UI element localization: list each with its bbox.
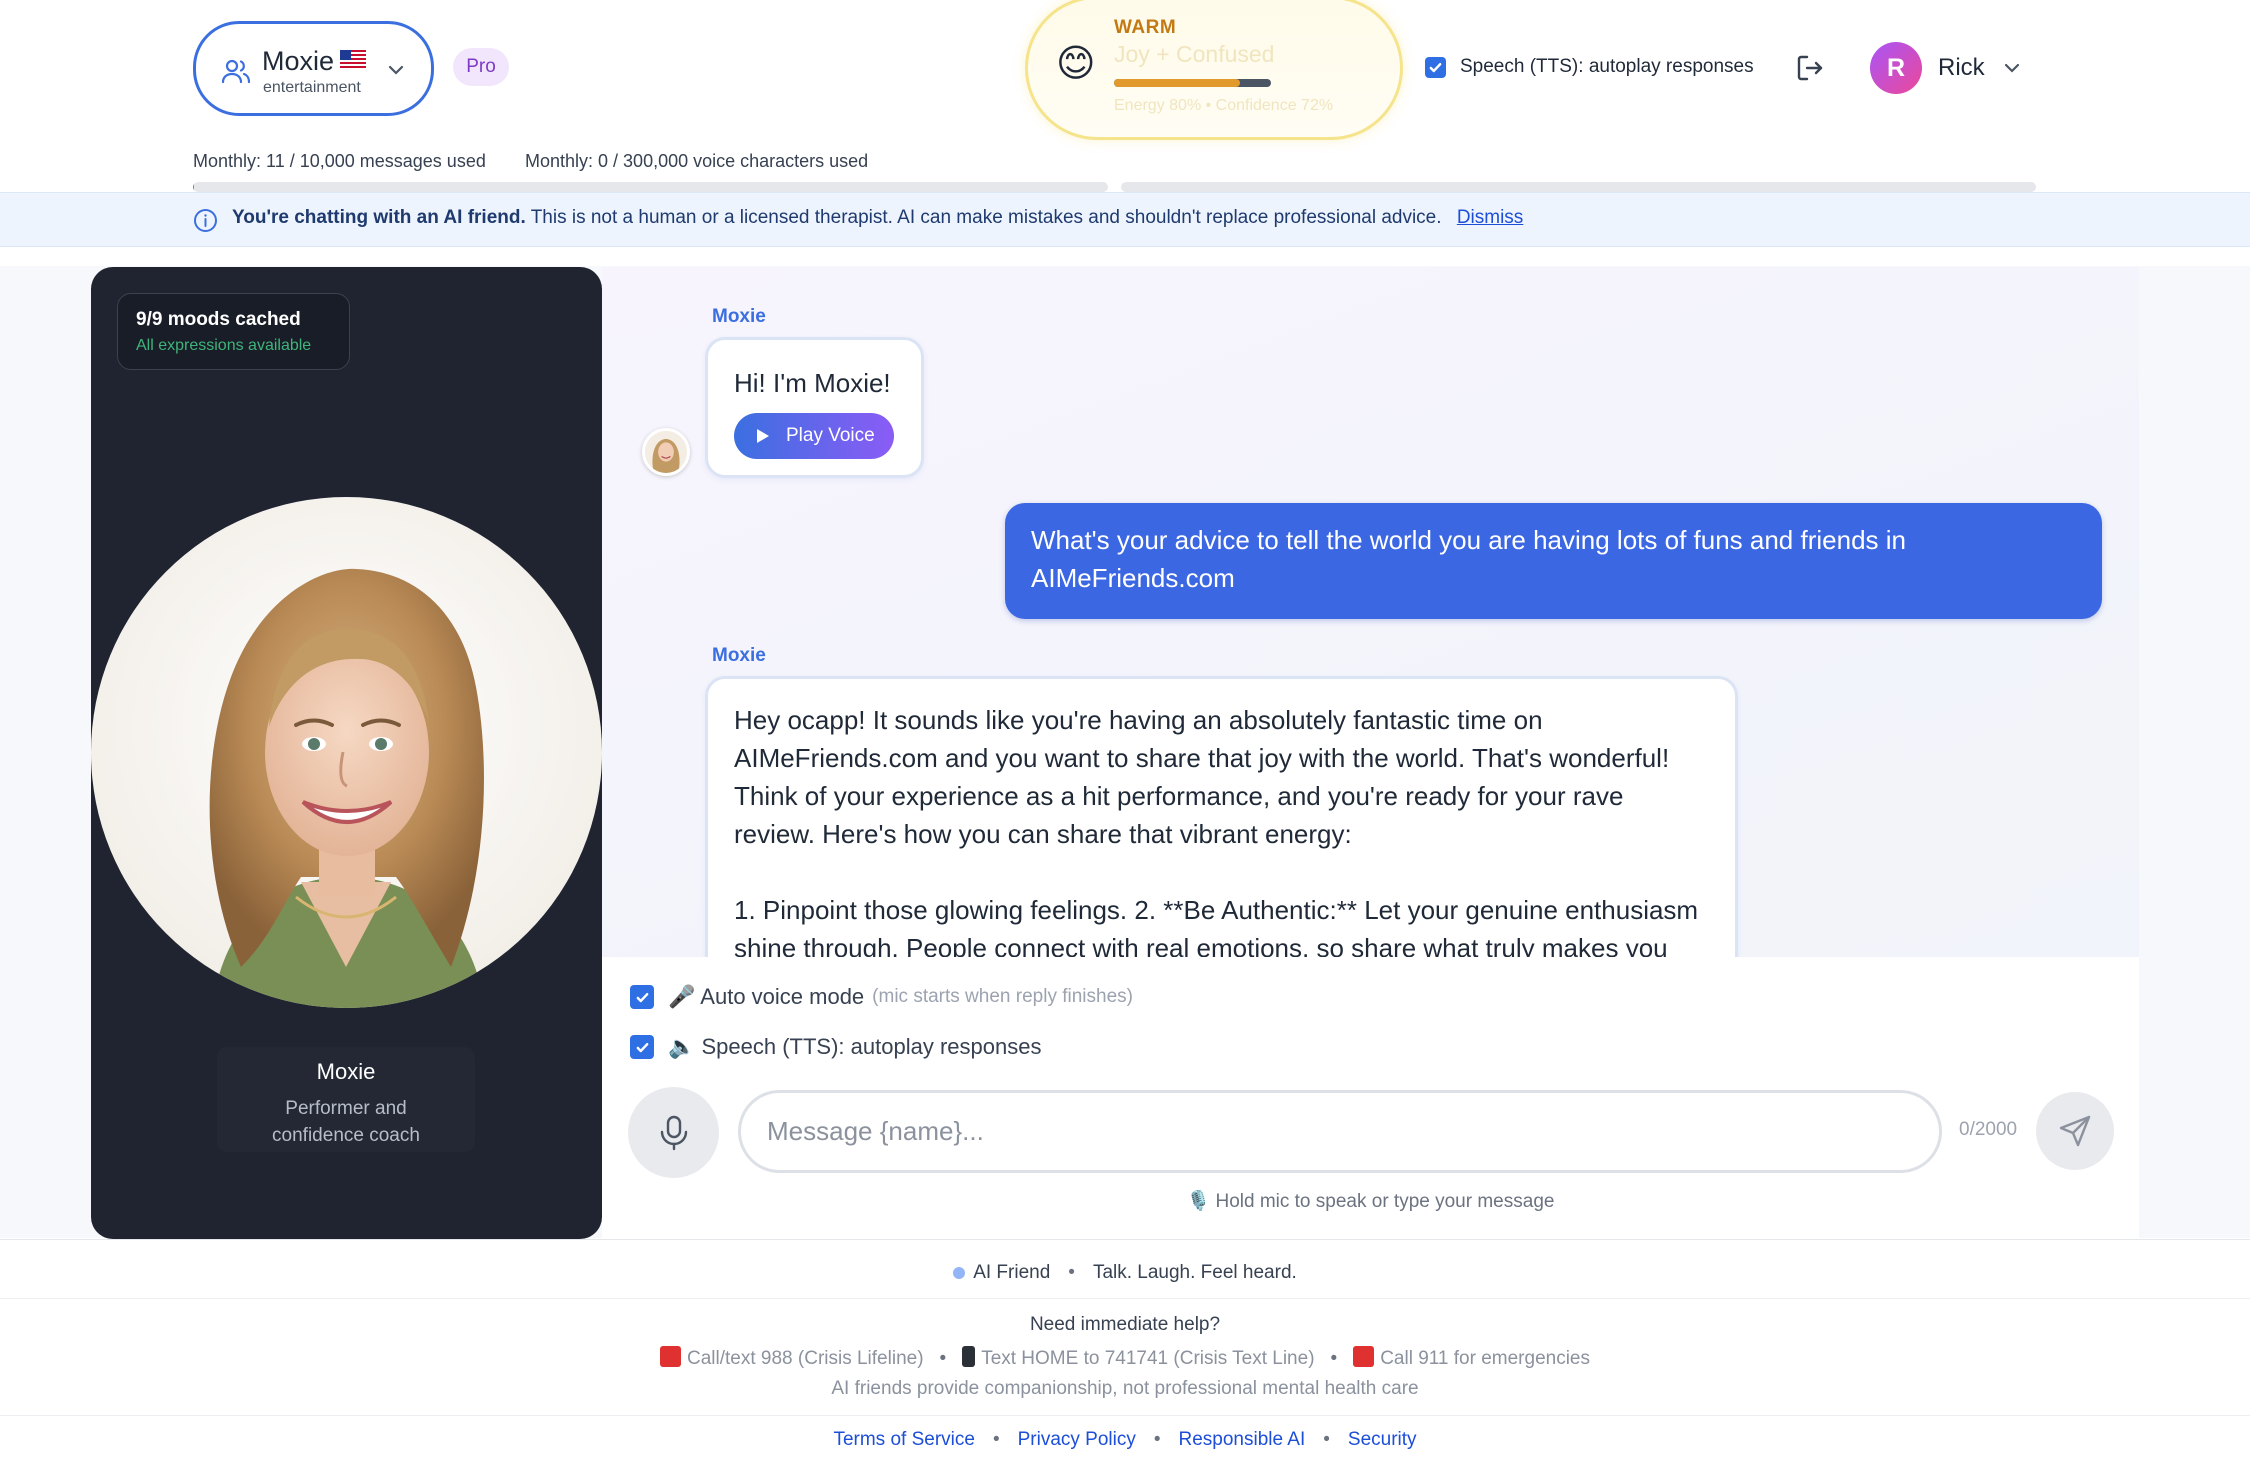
auto-voice-label: 🎤 Auto voice mode bbox=[668, 984, 865, 1009]
microphone-icon bbox=[660, 1115, 687, 1150]
mood-label: WARM bbox=[1114, 17, 1177, 38]
user-message-bubble: What's your advice to tell the world you… bbox=[1005, 503, 2102, 619]
play-voice-label: Play Voice bbox=[786, 425, 875, 446]
message-input[interactable] bbox=[738, 1090, 1942, 1173]
mood-cache-subtitle: All expressions available bbox=[136, 337, 312, 354]
divider bbox=[0, 1298, 2250, 1299]
play-icon bbox=[757, 429, 769, 443]
bot-message-bubble: Hi! I'm Moxie! Play Voice bbox=[705, 337, 924, 478]
persona-portrait bbox=[91, 497, 602, 1008]
play-voice-button[interactable]: Play Voice bbox=[734, 413, 894, 459]
checkbox-checked-icon[interactable] bbox=[630, 985, 654, 1009]
tagline-right: Talk. Laugh. Feel heard. bbox=[1092, 1262, 1297, 1283]
bot-message-bubble: Hey ocapp! It sounds like you're having … bbox=[705, 676, 1738, 957]
chevron-down-icon bbox=[388, 65, 404, 75]
phone-icon bbox=[962, 1346, 976, 1367]
footer-tagline: AI Friend • Talk. Laugh. Feel heard. bbox=[0, 1262, 2250, 1284]
persona-card-role: Performer and confidence coach bbox=[272, 1098, 420, 1146]
message-text: What's your advice to tell the world you… bbox=[1031, 525, 1906, 593]
checkbox-checked-icon[interactable] bbox=[630, 1035, 654, 1059]
persona-name: Moxie bbox=[262, 46, 367, 77]
tts-autoplay-label: 🔈 Speech (TTS): autoplay responses bbox=[668, 1034, 1042, 1059]
moxie-avatar bbox=[642, 428, 690, 476]
ai-disclaimer-banner: You're chatting with an AI friend. This … bbox=[0, 192, 2250, 247]
send-icon bbox=[2059, 1115, 2091, 1147]
terms-link[interactable]: Terms of Service bbox=[833, 1429, 974, 1450]
tagline-left: AI Friend bbox=[973, 1262, 1051, 1283]
siren-icon bbox=[1353, 1346, 1375, 1367]
mood-description: Joy + Confused bbox=[1114, 41, 1275, 67]
message-text: Hey ocapp! It sounds like you're having … bbox=[734, 705, 1670, 849]
message-text: Hi! I'm Moxie! bbox=[734, 368, 891, 398]
message-usage-text: Monthly: 11 / 10,000 messages used bbox=[193, 151, 486, 171]
mood-cache-status: 9/9 moods cached All expressions availab… bbox=[117, 293, 350, 370]
sos-icon bbox=[660, 1346, 681, 1367]
logout-icon[interactable] bbox=[1795, 53, 1825, 83]
char-counter: 0/2000 bbox=[1959, 1119, 2018, 1140]
crisis-text-line: Text HOME to 741741 (Crisis Text Line) bbox=[981, 1348, 1315, 1369]
status-dot-icon bbox=[953, 1267, 966, 1279]
user-avatar: R bbox=[1870, 42, 1922, 94]
energy-bar-fill bbox=[1114, 79, 1240, 87]
crisis-resources: Call/text 988 (Crisis Lifeline) • Text HOM… bbox=[0, 1346, 2250, 1370]
pro-badge: Pro bbox=[453, 48, 509, 86]
header-tts-toggle[interactable]: Speech (TTS): autoplay responses bbox=[1425, 56, 1754, 78]
voice-usage-bar bbox=[1121, 182, 2036, 192]
voice-usage-text: Monthly: 0 / 300,000 voice characters us… bbox=[525, 151, 869, 171]
us-flag-icon bbox=[340, 50, 367, 68]
help-title: Need immediate help? bbox=[1029, 1314, 1221, 1335]
disclaimer-body: This is not a human or a licensed therap… bbox=[530, 207, 1442, 228]
smile-emoji-icon: 😊 bbox=[1056, 43, 1096, 85]
persona-panel: 9/9 moods cached All expressions availab… bbox=[91, 267, 602, 1239]
send-button[interactable] bbox=[2036, 1092, 2114, 1170]
persona-info-card: Moxie Performer and confidence coach bbox=[217, 1047, 475, 1152]
footer-links: Terms of Service • Privacy Policy • Responsi… bbox=[833, 1429, 1417, 1450]
info-icon bbox=[194, 209, 217, 232]
tts-autoplay-toggle[interactable]: 🔈 Speech (TTS): autoplay responses bbox=[630, 1034, 1041, 1060]
divider bbox=[0, 1415, 2250, 1416]
user-name: Rick bbox=[1938, 54, 1985, 81]
responsible-ai-link[interactable]: Responsible AI bbox=[1179, 1429, 1306, 1450]
user-menu[interactable]: R Rick bbox=[1870, 41, 2021, 95]
message-sender: Moxie bbox=[712, 645, 766, 666]
crisis-lifeline: Call/text 988 (Crisis Lifeline) bbox=[687, 1348, 924, 1369]
persona-selector[interactable]: Moxie entertainment bbox=[193, 21, 434, 116]
message-usage-fill bbox=[193, 182, 194, 192]
energy-bar bbox=[1114, 79, 1271, 87]
security-link[interactable]: Security bbox=[1348, 1429, 1417, 1450]
checkbox-checked-icon[interactable] bbox=[1425, 56, 1446, 78]
persona-category: entertainment bbox=[263, 79, 361, 96]
disclaimer-strong: You're chatting with an AI friend. bbox=[232, 207, 526, 228]
message-usage-bar bbox=[193, 182, 1108, 192]
chevron-down-icon bbox=[2004, 63, 2019, 73]
mic-button[interactable] bbox=[628, 1087, 719, 1178]
message-sender: Moxie bbox=[712, 306, 766, 327]
dismiss-link[interactable]: Dismiss bbox=[1457, 207, 1524, 228]
auto-voice-hint: (mic starts when reply finishes) bbox=[872, 986, 1133, 1007]
portrait-image bbox=[209, 568, 485, 1008]
privacy-link[interactable]: Privacy Policy bbox=[1018, 1429, 1136, 1450]
message-text: 1. Pinpoint those glowing feelings. 2. *… bbox=[734, 895, 1699, 957]
people-icon bbox=[222, 59, 250, 84]
mood-stats: Energy 80% • Confidence 72% bbox=[1114, 97, 1334, 114]
app-header: Moxie entertainment Pro 😊 WARM Joy + Con… bbox=[0, 0, 2250, 192]
page-footer: AI Friend • Talk. Laugh. Feel heard. Need … bbox=[0, 1239, 2250, 1472]
header-tts-label: Speech (TTS): autoplay responses bbox=[1460, 56, 1754, 77]
disclaimer-text: You're chatting with an AI friend. This … bbox=[232, 207, 1523, 229]
mood-cache-title: 9/9 moods cached bbox=[136, 309, 301, 330]
chat-messages[interactable]: Moxie Hi! I'm Moxie! Play Voice What's y… bbox=[602, 267, 2139, 957]
auto-voice-toggle[interactable]: 🎤 Auto voice mode (mic starts when reply… bbox=[630, 984, 1133, 1010]
persona-card-name: Moxie bbox=[316, 1059, 376, 1084]
mood-indicator: 😊 WARM Joy + Confused Energy 80% • Confi… bbox=[1025, 0, 1403, 140]
composer-hint: 🎙️ Hold mic to speak or type your messag… bbox=[1186, 1191, 1555, 1212]
message-composer: 🎤 Auto voice mode (mic starts when reply… bbox=[602, 957, 2139, 1239]
emergency-line: Call 911 for emergencies bbox=[1380, 1348, 1590, 1369]
help-note: AI friends provide companionship, not pr… bbox=[831, 1378, 1419, 1399]
